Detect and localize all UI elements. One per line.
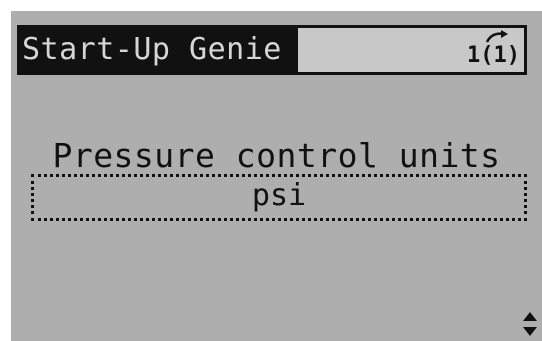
parameter-label: Pressure control units [52, 136, 501, 175]
parameter-value: psi [251, 178, 307, 213]
screen-frame: Start-Up Genie 1(1) Pressure control uni… [0, 0, 542, 341]
page-indicator: 1(1) [467, 43, 520, 68]
curved-arrow-icon [485, 30, 508, 43]
up-down-arrows-icon[interactable] [522, 311, 538, 337]
title-bar: Start-Up Genie 1(1) [17, 25, 527, 75]
lcd-display: Start-Up Genie 1(1) Pressure control uni… [11, 11, 542, 341]
parameter-value-field[interactable]: psi [31, 174, 527, 221]
page-title: Start-Up Genie [20, 28, 298, 72]
